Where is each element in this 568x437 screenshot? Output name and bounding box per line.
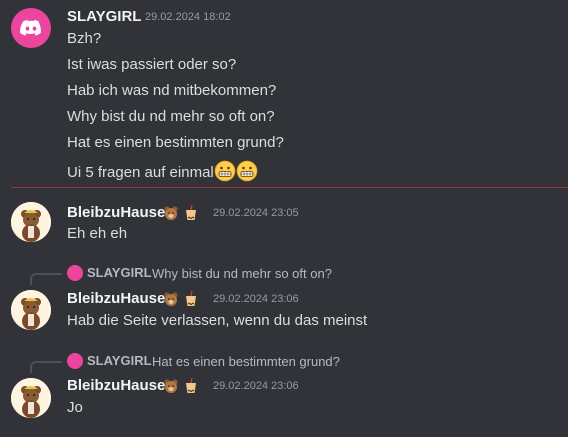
author-name[interactable]: BleibzuHause [67, 204, 165, 221]
bear-emoji-icon [163, 378, 179, 394]
author-name[interactable]: BleibzuHause [67, 290, 165, 307]
message-line: Hab ich was nd mitbekommen? [67, 82, 277, 99]
reply-text[interactable]: Why bist du nd mehr so oft on? [152, 266, 332, 281]
message-text: Ui 5 fragen auf einmal [67, 164, 214, 181]
reply-preview[interactable]: SLAYGIRL Hat es einen bestimmten grund? [0, 352, 568, 373]
reply-avatar [67, 353, 83, 369]
message-line: Hab die Seite verlassen, wenn du das mei… [67, 312, 368, 329]
grimacing-emoji-icon [214, 160, 236, 182]
message-bleibzuhause-reply: BleibzuHause 29.02.2024 23:06 Hab die Se… [0, 284, 568, 336]
bubble-tea-emoji-icon [183, 378, 199, 394]
avatar[interactable] [11, 378, 51, 418]
new-messages-divider [11, 187, 568, 188]
avatar[interactable] [11, 290, 51, 330]
timestamp: 29.02.2024 23:06 [213, 293, 299, 305]
message-line: Eh eh eh [67, 225, 128, 242]
bubble-tea-emoji-icon [183, 205, 199, 221]
message-bleibzuhause: BleibzuHause 29.02.2024 23:05 Eh eh eh [0, 198, 568, 246]
message-bleibzuhause-reply: BleibzuHause 29.02.2024 23:06 Jo [0, 372, 568, 424]
timestamp: 29.02.2024 18:02 [145, 11, 231, 23]
author-name[interactable]: SLAYGIRL [67, 8, 141, 25]
bear-avatar-icon [11, 378, 51, 418]
timestamp: 29.02.2024 23:05 [213, 207, 299, 219]
bear-avatar-icon [11, 290, 51, 330]
bear-emoji-icon [163, 291, 179, 307]
reply-avatar [67, 265, 83, 281]
reply-author[interactable]: SLAYGIRL [87, 353, 152, 368]
avatar[interactable] [11, 8, 51, 48]
reply-text[interactable]: Hat es einen bestimmten grund? [152, 354, 340, 369]
reply-author[interactable]: SLAYGIRL [87, 265, 152, 280]
bear-emoji-icon [163, 205, 179, 221]
message-line: Jo [67, 399, 83, 416]
message-line: Bzh? [67, 30, 102, 47]
bubble-tea-emoji-icon [183, 291, 199, 307]
author-name[interactable]: BleibzuHause [67, 377, 165, 394]
bear-avatar-icon [11, 202, 51, 242]
message-line: Ist iwas passiert oder so? [67, 56, 237, 73]
message-slaygirl: SLAYGIRL 29.02.2024 18:02 Bzh? Ist iwas … [0, 0, 568, 186]
grimacing-emoji-icon [236, 160, 258, 182]
message-line: Hat es einen bestimmten grund? [67, 134, 284, 151]
avatar[interactable] [11, 202, 51, 242]
timestamp: 29.02.2024 23:06 [213, 380, 299, 392]
message-line-with-emoji: Ui 5 fragen auf einmal [67, 160, 258, 182]
reply-preview[interactable]: SLAYGIRL Why bist du nd mehr so oft on? [0, 264, 568, 285]
discord-logo-icon [19, 16, 43, 40]
message-line: Why bist du nd mehr so oft on? [67, 108, 275, 125]
